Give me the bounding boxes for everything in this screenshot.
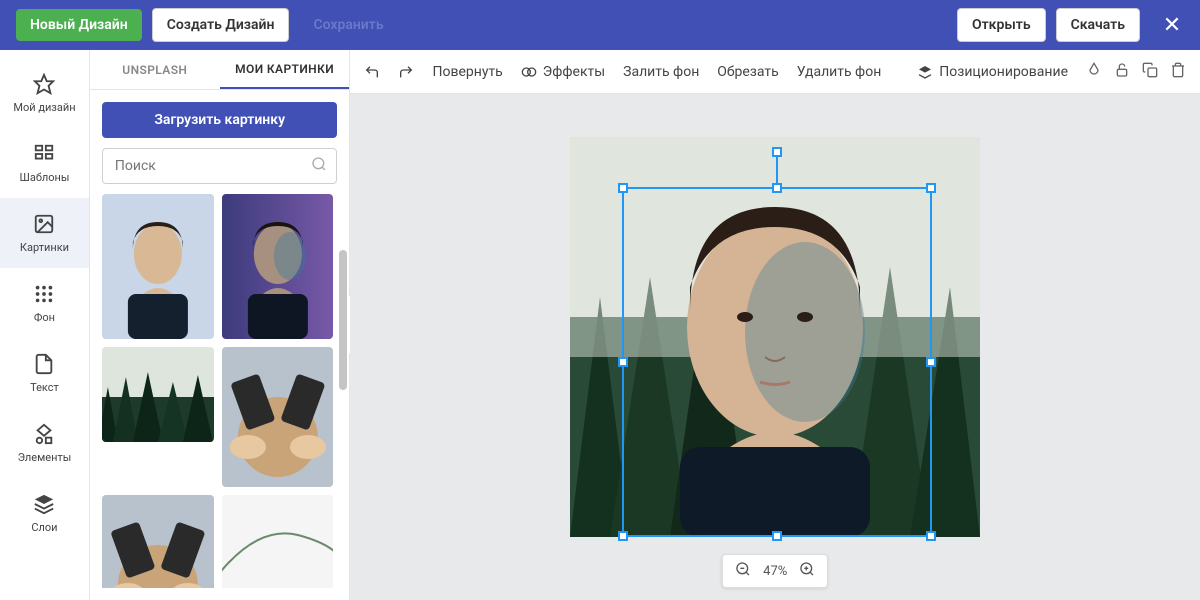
gallery-thumb[interactable]: [102, 194, 214, 339]
effects-button[interactable]: Эффекты: [521, 64, 605, 80]
gallery-scrollbar[interactable]: [339, 250, 347, 390]
canvas-toolbar: Повернуть Эффекты Залить фон Обрезать Уд…: [350, 50, 1200, 94]
resize-handle-mr[interactable]: [926, 357, 936, 367]
resize-handle-tr[interactable]: [926, 183, 936, 193]
layers-icon: [917, 64, 933, 80]
gallery-thumb[interactable]: [222, 347, 334, 487]
side-panel: UNSPLASH МОИ КАРТИНКИ Загрузить картинку: [90, 50, 351, 600]
zoom-in-icon: [799, 561, 815, 577]
opacity-button[interactable]: [1086, 62, 1102, 82]
rail-text-label: Текст: [30, 381, 59, 394]
search-icon: [311, 156, 327, 176]
rail-my-design-label: Мой дизайн: [13, 101, 75, 114]
canvas-area: Повернуть Эффекты Залить фон Обрезать Уд…: [350, 50, 1200, 600]
rail-elements[interactable]: Элементы: [0, 408, 89, 478]
rotate-line: [776, 153, 778, 183]
rotate-handle[interactable]: [772, 147, 782, 157]
effects-icon: [521, 64, 537, 80]
panel-tabs: UNSPLASH МОИ КАРТИНКИ: [90, 50, 350, 90]
undo-button[interactable]: [364, 64, 380, 80]
new-design-button[interactable]: Новый Дизайн: [16, 9, 142, 41]
undo-icon: [364, 64, 380, 80]
rail-images[interactable]: Картинки: [0, 198, 89, 268]
gallery-thumb[interactable]: [102, 495, 214, 588]
rail-layers-label: Слои: [31, 521, 57, 534]
droplet-icon: [1086, 62, 1102, 78]
grid-icon: [33, 283, 55, 305]
resize-handle-mb[interactable]: [772, 531, 782, 541]
rail-text[interactable]: Текст: [0, 338, 89, 408]
rail-elements-label: Элементы: [18, 451, 72, 464]
zoom-in-button[interactable]: [799, 561, 815, 581]
resize-handle-br[interactable]: [926, 531, 936, 541]
copy-icon: [1142, 62, 1158, 78]
topbar: Новый Дизайн Создать Дизайн Сохранить От…: [0, 0, 1200, 50]
rail-templates-label: Шаблоны: [19, 171, 69, 184]
resize-handle-ml[interactable]: [618, 357, 628, 367]
text-icon: [33, 353, 55, 375]
layers-icon: [33, 493, 55, 515]
redo-icon: [398, 64, 414, 80]
zoom-value: 47%: [763, 564, 787, 579]
rotate-button[interactable]: Повернуть: [432, 64, 502, 80]
resize-handle-bl[interactable]: [618, 531, 628, 541]
rail-background-label: Фон: [34, 311, 55, 324]
crop-button[interactable]: Обрезать: [717, 64, 779, 80]
templates-icon: [33, 143, 55, 165]
star-icon: [33, 73, 55, 95]
canvas-background[interactable]: 47%: [350, 94, 1200, 600]
redo-button[interactable]: [398, 64, 414, 80]
selection-box[interactable]: [622, 187, 932, 537]
artboard[interactable]: [570, 137, 980, 537]
search-input[interactable]: [102, 148, 338, 184]
zoom-out-icon: [735, 561, 751, 577]
resize-handle-tl[interactable]: [618, 183, 628, 193]
rail-images-label: Картинки: [20, 241, 69, 254]
create-design-button[interactable]: Создать Дизайн: [152, 8, 290, 42]
left-rail: Мой дизайн Шаблоны Картинки Фон Текст Эл…: [0, 50, 90, 600]
unlock-icon: [1114, 62, 1130, 78]
gallery-thumb[interactable]: [102, 347, 214, 442]
trash-icon: [1170, 62, 1186, 78]
save-button: Сохранить: [299, 9, 397, 41]
tab-my-images[interactable]: МОИ КАРТИНКИ: [220, 50, 350, 89]
rail-background[interactable]: Фон: [0, 268, 89, 338]
rail-layers[interactable]: Слои: [0, 478, 89, 548]
remove-bg-button[interactable]: Удалить фон: [797, 64, 882, 80]
zoom-control: 47%: [722, 554, 828, 588]
lock-button[interactable]: [1114, 62, 1130, 82]
rail-my-design[interactable]: Мой дизайн: [0, 58, 89, 128]
download-button[interactable]: Скачать: [1056, 8, 1140, 42]
tab-unsplash[interactable]: UNSPLASH: [90, 50, 220, 89]
rail-templates[interactable]: Шаблоны: [0, 128, 89, 198]
fill-bg-button[interactable]: Залить фон: [623, 64, 699, 80]
open-button[interactable]: Открыть: [957, 8, 1046, 42]
image-gallery: [102, 194, 338, 588]
positioning-button[interactable]: Позиционирование: [917, 64, 1068, 80]
shapes-icon: [33, 423, 55, 445]
zoom-out-button[interactable]: [735, 561, 751, 581]
gallery-thumb[interactable]: [222, 194, 334, 339]
gallery-thumb[interactable]: [222, 495, 334, 588]
upload-image-button[interactable]: Загрузить картинку: [102, 102, 338, 138]
image-icon: [33, 213, 55, 235]
delete-button[interactable]: [1170, 62, 1186, 82]
close-icon[interactable]: ✕: [1160, 13, 1184, 38]
duplicate-button[interactable]: [1142, 62, 1158, 82]
resize-handle-mt[interactable]: [772, 183, 782, 193]
